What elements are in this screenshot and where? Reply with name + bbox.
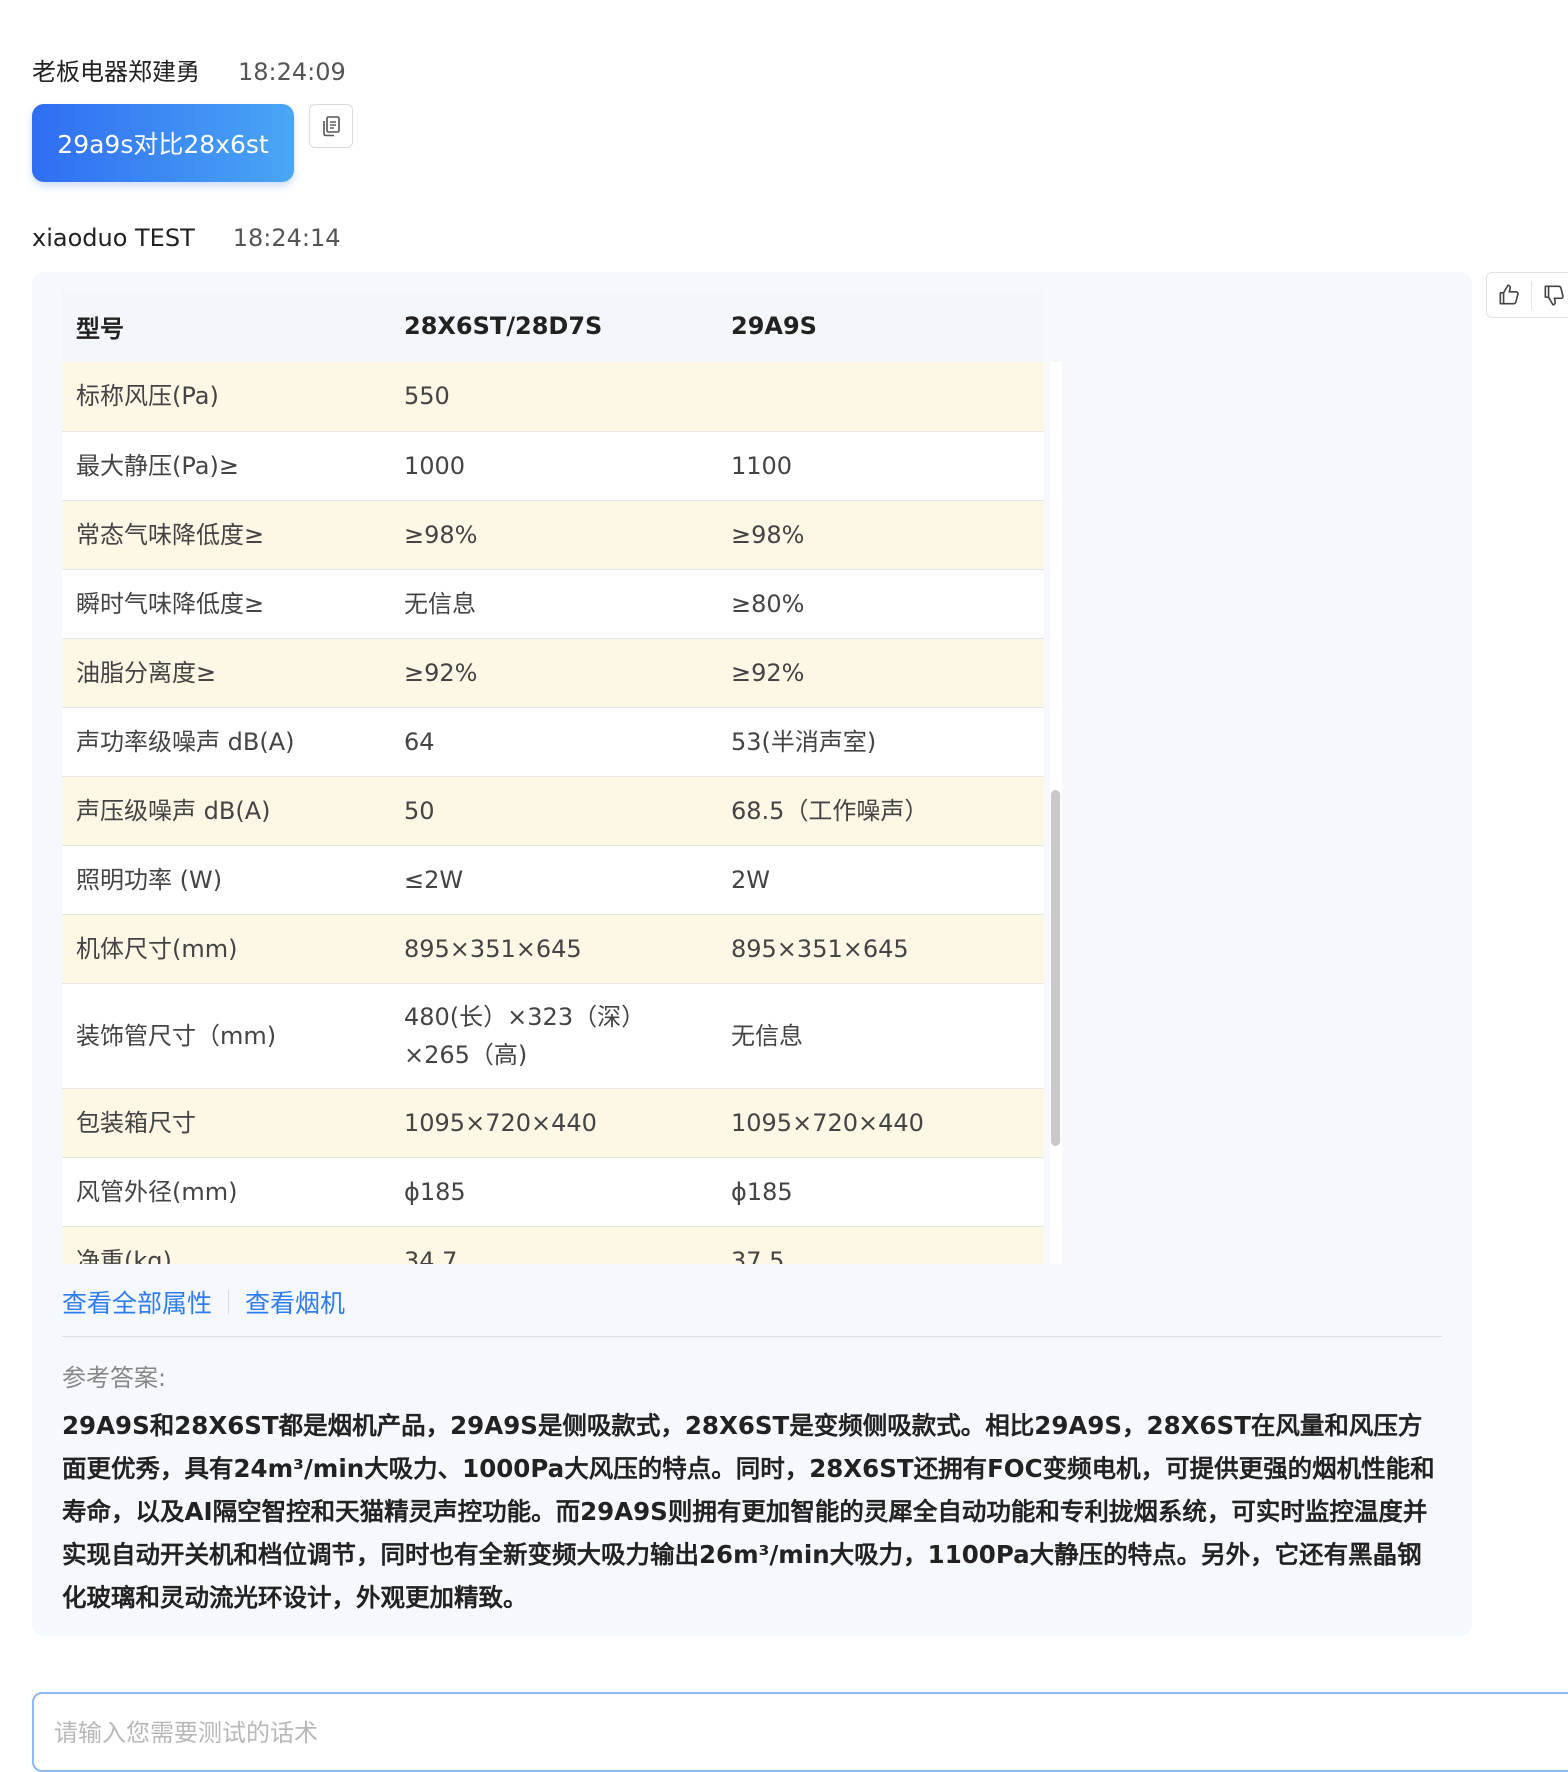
table-cell: ≥98%: [717, 500, 1044, 570]
table-cell: ≥98%: [390, 500, 717, 570]
bot-message-meta: xiaoduo TEST 18:24:14: [32, 224, 341, 252]
table-cell: 包装箱尺寸: [62, 1088, 390, 1158]
table-cell: 64: [390, 707, 717, 777]
message-input-box[interactable]: [32, 1692, 1568, 1772]
user-sender-name: 老板电器郑建勇: [32, 58, 200, 86]
spec-comparison-table: 型号 28X6ST/28D7S 29A9S 标称风压(Pa) 550 最大静压(Pa…: [62, 290, 1044, 1264]
table-cell: 声功率级噪声 dB(A): [62, 707, 390, 777]
table-cell: 瞬时气味降低度≥: [62, 569, 390, 639]
user-message-text: 29a9s对比28x6st: [57, 130, 269, 159]
link-separator: [228, 1290, 230, 1314]
table-cell: 照明功率 (W): [62, 845, 390, 915]
bot-message-time: 18:24:14: [232, 224, 341, 252]
table-row: 最大静压(Pa)≥ 1000 1100: [62, 431, 1044, 501]
table-scrollbar-thumb[interactable]: [1051, 790, 1060, 1146]
table-row: 常态气味降低度≥ ≥98% ≥98%: [62, 500, 1044, 570]
table-row: 装饰管尺寸（mm) 480(长）×323（深）×265（高) 无信息: [62, 983, 1044, 1089]
action-links: 查看全部属性 查看烟机: [62, 1284, 345, 1320]
feedback-buttons: [1486, 272, 1568, 318]
table-cell: ≥92%: [717, 638, 1044, 708]
table-row: 声功率级噪声 dB(A) 64 53(半消声室): [62, 707, 1044, 777]
table-cell: 油脂分离度≥: [62, 638, 390, 708]
table-cell: 68.5（工作噪声）: [717, 776, 1044, 846]
message-input[interactable]: [52, 1718, 1256, 1748]
table-cell: 895×351×645: [390, 914, 717, 984]
table-cell: 50: [390, 776, 717, 846]
dislike-button[interactable]: [1532, 273, 1568, 317]
like-button[interactable]: [1487, 273, 1531, 317]
view-hood-link[interactable]: 查看烟机: [245, 1284, 345, 1320]
table-row: 标称风压(Pa) 550: [62, 362, 1044, 432]
copy-icon: [323, 116, 340, 137]
table-cell: ϕ185: [717, 1157, 1044, 1227]
table-cell: 53(半消声室): [717, 707, 1044, 777]
table-row: 风管外径(mm) ϕ185 ϕ185: [62, 1157, 1044, 1227]
table-cell: 标称风压(Pa): [62, 362, 390, 432]
spec-table-container[interactable]: 型号 28X6ST/28D7S 29A9S 标称风压(Pa) 550 最大静压(Pa…: [62, 290, 1068, 1264]
table-cell: 1000: [390, 431, 717, 501]
table-cell: 895×351×645: [717, 914, 1044, 984]
table-cell: ≥80%: [717, 569, 1044, 639]
table-row: 瞬时气味降低度≥ 无信息 ≥80%: [62, 569, 1044, 639]
table-header-row: 型号 28X6ST/28D7S 29A9S: [62, 290, 1044, 362]
table-row: 净重(kg) 34.7 37.5: [62, 1226, 1044, 1264]
table-row: 油脂分离度≥ ≥92% ≥92%: [62, 638, 1044, 708]
reference-answer-text: 29A9S和28X6ST都是烟机产品，29A9S是侧吸款式，28X6ST是变频侧…: [62, 1411, 1435, 1612]
table-cell: 无信息: [717, 983, 1044, 1089]
table-cell: 装饰管尺寸（mm): [62, 983, 390, 1089]
table-cell: 34.7: [390, 1226, 717, 1264]
user-message-time: 18:24:09: [238, 58, 346, 86]
user-message-meta: 老板电器郑建勇 18:24:09: [32, 52, 346, 87]
header-28x6st: 28X6ST/28D7S: [390, 290, 717, 362]
table-cell: 1095×720×440: [390, 1088, 717, 1158]
table-cell: 480(长）×323（深）×265（高): [390, 983, 717, 1089]
table-cell: 最大静压(Pa)≥: [62, 431, 390, 501]
table-cell: 净重(kg): [62, 1226, 390, 1264]
section-divider: [62, 1336, 1442, 1337]
user-message-bubble: 29a9s对比28x6st: [32, 104, 294, 182]
table-cell: 1100: [717, 431, 1044, 501]
table-cell: 风管外径(mm): [62, 1157, 390, 1227]
table-cell: 常态气味降低度≥: [62, 500, 390, 570]
table-cell: 37.5: [717, 1226, 1044, 1264]
table-row: 声压级噪声 dB(A) 50 68.5（工作噪声）: [62, 776, 1044, 846]
table-cell: ≥92%: [390, 638, 717, 708]
header-model: 型号: [62, 290, 390, 362]
table-row: 机体尺寸(mm) 895×351×645 895×351×645: [62, 914, 1044, 984]
header-29a9s: 29A9S: [717, 290, 1044, 362]
table-row: 包装箱尺寸 1095×720×440 1095×720×440: [62, 1088, 1044, 1158]
table-cell: [717, 362, 1044, 432]
bot-sender-name: xiaoduo TEST: [32, 224, 195, 252]
table-cell: 550: [390, 362, 717, 432]
thumbs-up-icon: [1499, 284, 1519, 305]
view-all-attributes-link[interactable]: 查看全部属性: [62, 1284, 212, 1320]
table-cell: ϕ185: [390, 1157, 717, 1227]
table-cell: ≤2W: [390, 845, 717, 915]
table-row: 照明功率 (W) ≤2W 2W: [62, 845, 1044, 915]
reference-label: 参考答案:: [62, 1364, 167, 1392]
table-cell: 无信息: [390, 569, 717, 639]
copy-button[interactable]: [309, 104, 353, 148]
table-cell: 1095×720×440: [717, 1088, 1044, 1158]
thumbs-down-icon: [1544, 285, 1564, 306]
table-cell: 2W: [717, 845, 1044, 915]
table-cell: 机体尺寸(mm): [62, 914, 390, 984]
table-cell: 声压级噪声 dB(A): [62, 776, 390, 846]
